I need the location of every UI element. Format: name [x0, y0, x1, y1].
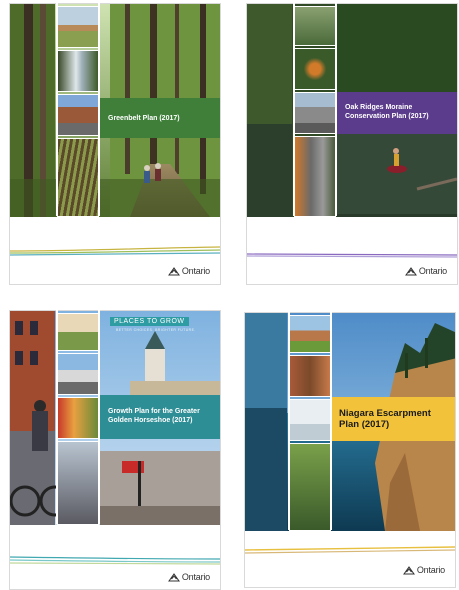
ontario-wordmark: Ontario	[181, 266, 210, 276]
ontario-logo: Ontario	[402, 565, 445, 575]
color-strip	[10, 246, 220, 256]
ontario-logo: Ontario	[167, 266, 210, 276]
trillium-icon	[402, 565, 415, 574]
oak-ridges-cover-photo: Oak Ridges Moraine Conservation Plan (20…	[247, 4, 457, 217]
oak-ridges-title-band: Oak Ridges Moraine Conservation Plan (20…	[337, 92, 457, 134]
ontario-wordmark: Ontario	[416, 565, 445, 575]
waterfall-photo-tile	[57, 50, 99, 92]
ontario-logo: Ontario	[167, 572, 210, 582]
tile-divider	[330, 312, 332, 530]
tile-divider	[288, 312, 290, 530]
places-to-grow-tagline: BETTER CHOICES. BRIGHTER FUTURE.	[116, 328, 196, 332]
trillium-icon	[167, 572, 180, 581]
hiker-photo-tile	[294, 6, 336, 46]
farmhouse-photo-tile	[57, 6, 99, 48]
growth-plan-cover[interactable]: PLACES TO GROW BETTER CHOICES. BRIGHTER …	[9, 310, 221, 590]
mill-building-photo-tile	[294, 136, 336, 217]
town-street-photo-tile	[57, 94, 99, 136]
growth-plan-cover-photo: PLACES TO GROW BETTER CHOICES. BRIGHTER …	[10, 311, 220, 525]
trillium-icon	[404, 266, 417, 275]
places-to-grow-tag: PLACES TO GROW	[110, 317, 189, 326]
greenbelt-plan-cover[interactable]: Greenbelt Plan (2017) Ontario	[9, 3, 221, 285]
oak-ridges-plan-title: Oak Ridges Moraine Conservation Plan (20…	[345, 104, 429, 120]
growth-plan-title-band: Growth Plan for the Greater Golden Horse…	[100, 395, 220, 439]
farm-field-photo-tile	[57, 138, 99, 217]
greenbelt-plan-title: Greenbelt Plan (2017)	[108, 114, 180, 122]
tile-divider	[293, 3, 295, 216]
tile-divider	[335, 3, 337, 216]
tile-divider	[56, 3, 58, 216]
niagara-title-band: Niagara Escarpment Plan (2017)	[331, 397, 455, 441]
niagara-escarpment-plan-cover[interactable]: Niagara Escarpment Plan (2017) Ontario	[244, 312, 456, 588]
winter-hikers-photo-tile	[289, 399, 331, 441]
butterfly-photo-tile	[294, 48, 336, 90]
niagara-escarpment-plan-title: Niagara Escarpment Plan (2017)	[339, 407, 431, 430]
trillium-icon	[167, 266, 180, 275]
oak-ridges-plan-cover[interactable]: Oak Ridges Moraine Conservation Plan (20…	[246, 3, 458, 285]
fort-photo-tile	[289, 315, 331, 353]
ontario-wordmark: Ontario	[181, 572, 210, 582]
color-strip	[10, 555, 220, 565]
greenbelt-cover-photo: Greenbelt Plan (2017)	[10, 4, 220, 217]
houses-photo-tile	[57, 313, 99, 351]
vineyard-photo-tile	[289, 355, 331, 397]
niagara-cover-photo: Niagara Escarpment Plan (2017)	[245, 313, 455, 531]
ontario-wordmark: Ontario	[418, 266, 447, 276]
color-strip	[247, 250, 457, 260]
tile-divider	[56, 310, 58, 524]
ontario-logo: Ontario	[404, 266, 447, 276]
tile-divider	[98, 3, 100, 216]
greenbelt-title-band: Greenbelt Plan (2017)	[100, 98, 220, 138]
market-photo-tile	[57, 397, 99, 439]
tile-divider	[98, 310, 100, 524]
village-street-photo-tile	[294, 92, 336, 134]
growth-plan-title: Growth Plan for the Greater Golden Horse…	[108, 408, 200, 424]
pedestrians-photo-tile	[57, 441, 99, 525]
forest-trail-photo-tile	[289, 443, 331, 531]
color-strip	[245, 545, 455, 555]
transit-photo-tile	[57, 353, 99, 395]
